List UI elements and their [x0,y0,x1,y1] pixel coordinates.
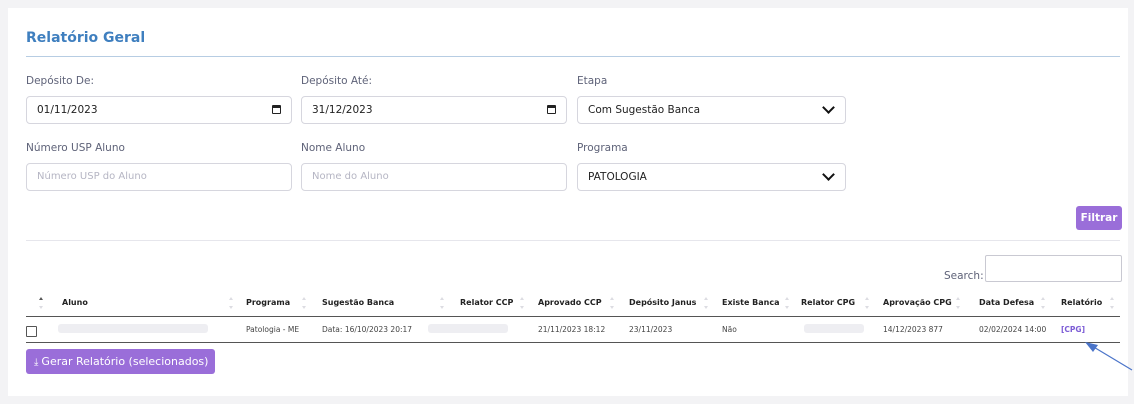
sort-icon[interactable] [704,297,709,309]
cell-programa: Patologia - ME [246,325,300,334]
numero-usp-placeholder: Número USP do Aluno [37,171,147,182]
row-select-checkbox[interactable] [26,326,37,337]
table-header: Aluno Programa Sugestão Banca Relator CC… [26,290,1120,317]
programa-select[interactable]: PATOLOGIA [577,163,846,191]
sort-icon[interactable] [302,297,307,309]
nome-aluno-label: Nome Aluno [301,142,366,154]
nome-aluno-input[interactable]: Nome do Aluno [301,163,567,191]
deposito-ate-label: Depósito Até: [301,75,373,87]
generate-report-button[interactable]: ⤓ Gerar Relatório (selecionados) [26,349,215,374]
sort-icon[interactable] [785,297,790,309]
sort-icon[interactable] [1110,297,1115,309]
column-header-deposito-janus[interactable]: Depósito Janus [629,298,696,307]
column-header-aluno[interactable]: Aluno [62,298,88,307]
redacted-relator-cpg [804,324,864,333]
numero-usp-label: Número USP Aluno [26,142,125,154]
cell-aprovacao-cpg: 14/12/2023 877 [883,325,943,334]
nome-aluno-placeholder: Nome do Aluno [312,171,389,182]
sort-icon[interactable] [229,297,234,309]
section-divider [26,240,1120,241]
column-header-relatorio[interactable]: Relatório [1061,298,1102,307]
search-label: Search: [944,270,984,282]
cpg-report-link[interactable]: [CPG] [1061,325,1085,334]
cell-data-defesa: 02/02/2024 14:00 [979,325,1047,334]
chevron-down-icon [822,101,835,114]
sort-icon[interactable] [440,297,445,309]
programa-label: Programa [577,142,628,154]
column-header-aprovacao-cpg[interactable]: Aprovação CPG [883,298,952,307]
column-header-existe-banca[interactable]: Existe Banca [722,298,780,307]
download-icon: ⤓ [34,357,39,368]
arrow-annotation-icon [1085,342,1133,371]
deposito-de-value: 01/11/2023 [37,104,98,116]
chevron-down-icon [822,168,835,181]
search-input[interactable] [985,255,1122,282]
table-row: Patologia - ME Data: 16/10/2023 20:17 21… [26,316,1120,343]
column-header-data-defesa[interactable]: Data Defesa [979,298,1034,307]
numero-usp-input[interactable]: Número USP do Aluno [26,163,292,191]
cell-sugestao-banca: Data: 16/10/2023 20:17 [322,325,413,334]
deposito-de-label: Depósito De: [26,75,94,87]
cell-aprovado-ccp: 21/11/2023 18:12 [538,325,606,334]
programa-value: PATOLOGIA [588,171,647,183]
calendar-icon[interactable] [547,105,556,114]
sort-icon[interactable] [1041,297,1046,309]
sort-icon[interactable] [865,297,870,309]
column-header-relator-cpg[interactable]: Relator CPG [801,298,855,307]
page-title: Relatório Geral [26,30,146,46]
sort-icon[interactable] [956,297,961,309]
etapa-select[interactable]: Com Sugestão Banca [577,96,846,124]
column-header-sugestao-banca[interactable]: Sugestão Banca [322,298,394,307]
calendar-icon[interactable] [272,105,281,114]
deposito-de-date-input[interactable]: 01/11/2023 [26,96,292,124]
generate-report-label: Gerar Relatório (selecionados) [41,355,209,368]
sort-icon[interactable] [39,297,44,309]
column-header-relator-ccp[interactable]: Relator CCP [460,298,513,307]
filter-button[interactable]: Filtrar [1076,206,1122,230]
redacted-aluno-name [58,324,208,333]
deposito-ate-value: 31/12/2023 [312,104,373,116]
cell-existe-banca: Não [722,325,737,334]
etapa-value: Com Sugestão Banca [588,104,701,116]
deposito-ate-date-input[interactable]: 31/12/2023 [301,96,567,124]
etapa-label: Etapa [577,75,608,87]
column-header-programa[interactable]: Programa [246,298,290,307]
report-card: Relatório Geral Depósito De: Depósito At… [8,8,1128,396]
column-header-aprovado-ccp[interactable]: Aprovado CCP [538,298,602,307]
sort-icon[interactable] [610,297,615,309]
title-underline [26,56,1120,57]
cell-deposito-janus: 23/11/2023 [629,325,673,334]
sort-icon[interactable] [520,297,525,309]
redacted-relator-ccp [428,324,508,333]
